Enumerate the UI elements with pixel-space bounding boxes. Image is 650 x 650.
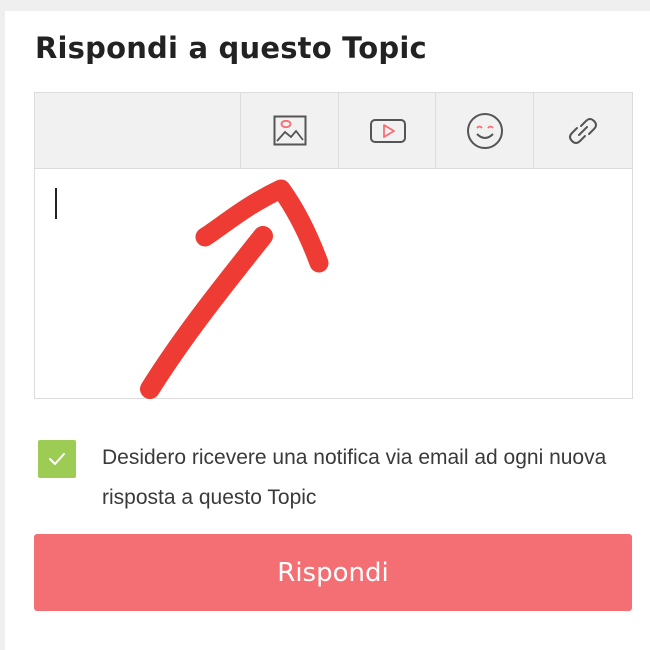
video-play-icon [369,118,406,143]
page-title: Rispondi a questo Topic [35,31,427,65]
link-icon [568,117,597,144]
image-icon [273,115,306,145]
text-caret [55,188,57,219]
email-notification-checkbox[interactable] [38,440,76,478]
smiley-icon [466,112,503,149]
insert-image-button[interactable] [240,93,338,168]
reply-editor [34,92,633,399]
reply-text-area[interactable] [35,169,632,398]
email-notification-label: Desidero ricevere una notifica via email… [102,446,607,509]
insert-link-button[interactable] [533,93,631,168]
reply-card: Rispondi a questo Topic Desidero ricever… [5,11,650,650]
rispondi-submit-button[interactable]: Rispondi [34,534,632,611]
editor-toolbar [35,93,632,169]
checkmark-icon [49,453,65,465]
insert-video-button[interactable] [338,93,436,168]
insert-emoji-button[interactable] [435,93,533,168]
